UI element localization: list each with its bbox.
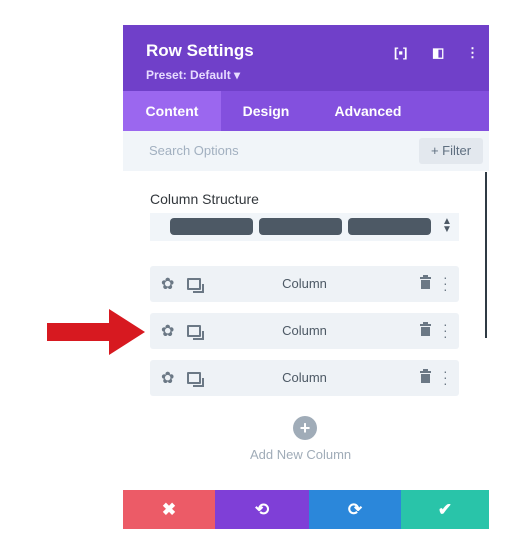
up-down-arrows-icon[interactable]: ▲ ▼ — [440, 217, 454, 235]
search-input[interactable]: Search Options — [149, 143, 239, 158]
footer-actions: ✖ ⟲ ⟳ ✔ — [123, 490, 489, 529]
tab-advanced[interactable]: Advanced — [318, 91, 418, 131]
trash-icon[interactable] — [420, 275, 431, 289]
tab-design[interactable]: Design — [221, 91, 311, 131]
panel-header: Row Settings Preset: Default ▾ [▪] ◧ ⋮ — [123, 25, 489, 91]
column-row[interactable]: ✿ Column · · · — [150, 266, 459, 302]
structure-segment — [259, 218, 342, 235]
column-row[interactable]: ✿ Column · · · — [150, 313, 459, 349]
discard-button[interactable]: ✖ — [123, 490, 215, 529]
column-structure-selector[interactable]: ▲ ▼ — [150, 213, 459, 241]
focus-icon[interactable]: [▪] — [394, 45, 407, 60]
column-structure-label: Column Structure — [150, 191, 259, 207]
column-label: Column — [282, 323, 327, 338]
more-icon[interactable]: · · · — [443, 317, 448, 343]
tab-content[interactable]: Content — [123, 91, 221, 131]
scrollbar[interactable] — [485, 172, 487, 338]
more-icon[interactable]: ⋮ — [466, 45, 479, 61]
more-icon[interactable]: · · · — [443, 364, 448, 390]
filter-button[interactable]: + Filter — [419, 138, 483, 164]
save-button[interactable]: ✔ — [401, 490, 489, 529]
more-icon[interactable]: · · · — [443, 270, 448, 296]
column-label: Column — [282, 370, 327, 385]
preset-selector[interactable]: Preset: Default ▾ — [146, 68, 240, 82]
undo-button[interactable]: ⟲ — [215, 490, 309, 529]
structure-segment — [170, 218, 253, 235]
red-arrow-annotation — [47, 309, 145, 355]
structure-segment — [348, 218, 431, 235]
column-row[interactable]: ✿ Column · · · — [150, 360, 459, 396]
column-label: Column — [282, 276, 327, 291]
panel-title: Row Settings — [146, 41, 254, 60]
split-view-icon[interactable]: ◧ — [432, 45, 444, 61]
add-new-column-label[interactable]: Add New Column — [250, 447, 351, 462]
add-column-button[interactable]: + — [293, 416, 317, 440]
trash-icon[interactable] — [420, 322, 431, 336]
tab-bar: Content Design Advanced — [123, 91, 489, 131]
trash-icon[interactable] — [420, 369, 431, 383]
search-bar: Search Options + Filter — [123, 131, 489, 171]
redo-button[interactable]: ⟳ — [309, 490, 401, 529]
